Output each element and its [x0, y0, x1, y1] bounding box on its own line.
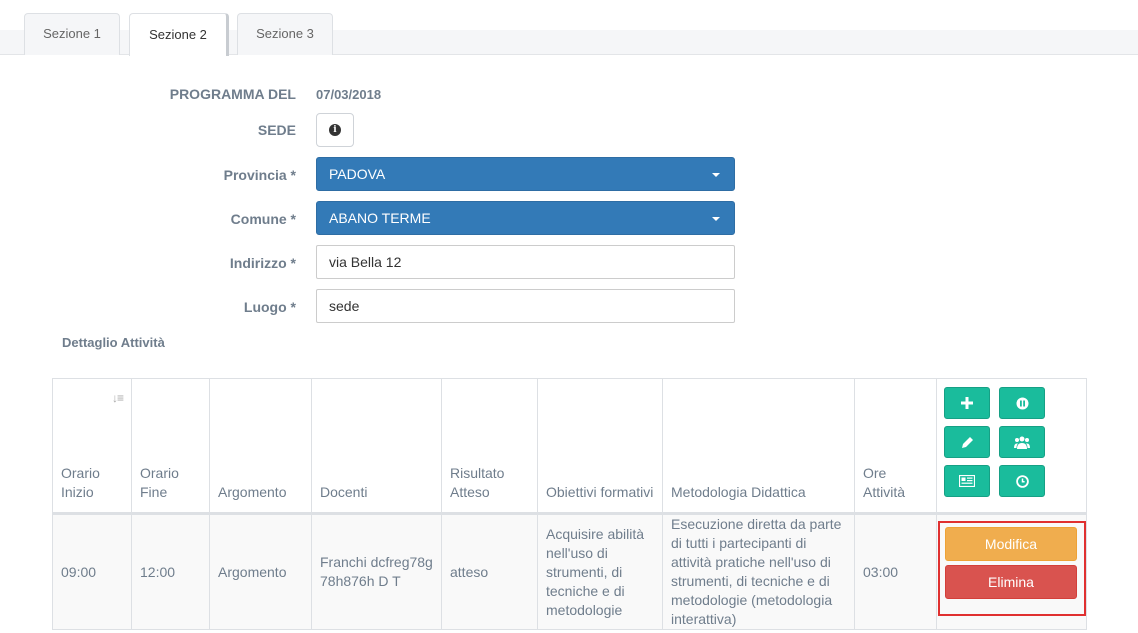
luogo-value: sede [329, 298, 360, 314]
cell-argomento: Argomento [209, 513, 312, 630]
programma-date: 07/03/2018 [316, 87, 382, 102]
activity-table: ↓≡ Orario Inizio Orario Fine Argomento D… [52, 378, 1087, 630]
col-docenti: Docenti [311, 378, 442, 514]
chevron-down-icon [712, 217, 720, 221]
programma-label: PROGRAMMA DEL [169, 86, 296, 102]
info-icon: i [329, 124, 341, 136]
tab-bar: Sezione 1 Sezione 2 Sezione 3 [0, 0, 1138, 56]
col-metodologia-didattica: Metodologia Didattica [662, 378, 855, 514]
cell-actions: Modifica Elimina [936, 513, 1087, 630]
cell-metodologia-didattica: Esecuzione diretta da parte di tutti i p… [662, 513, 855, 630]
cell-obiettivi-formativi: Acquisire abilità nell'uso di strumenti,… [537, 513, 663, 630]
provincia-value: PADOVA [329, 166, 386, 182]
indirizzo-label: Indirizzo * [229, 255, 296, 271]
plus-icon [961, 397, 973, 409]
chevron-down-icon [712, 173, 720, 177]
cell-orario-inizio: 09:00 [52, 513, 132, 630]
cell-docenti: Franchi dcfreg78g78h876h D T [311, 513, 442, 630]
cell-orario-fine: 12:00 [131, 513, 210, 630]
modifica-button[interactable]: Modifica [945, 527, 1077, 561]
col-obiettivi-formativi: Obiettivi formativi [537, 378, 663, 514]
comune-select[interactable]: ABANO TERME [316, 201, 735, 235]
pencil-icon [961, 436, 973, 448]
col-orario-fine: Orario Fine [131, 378, 210, 514]
comune-value: ABANO TERME [329, 210, 431, 226]
users-icon [1014, 436, 1030, 449]
users-button[interactable] [999, 426, 1045, 458]
pause-icon [1016, 397, 1028, 409]
luogo-label: Luogo * [243, 299, 296, 315]
add-button[interactable] [944, 387, 990, 419]
sort-icon[interactable]: ↓≡ [112, 389, 124, 408]
indirizzo-input[interactable]: via Bella 12 [316, 245, 735, 279]
col-actions [936, 378, 1087, 514]
sede-label: SEDE [257, 122, 296, 138]
clock-button[interactable] [999, 465, 1045, 497]
table-header-row: ↓≡ Orario Inizio Orario Fine Argomento D… [52, 378, 1087, 514]
col-risultato-atteso: Risultato Atteso [441, 378, 538, 514]
elimina-button[interactable]: Elimina [945, 565, 1077, 599]
indirizzo-value: via Bella 12 [329, 254, 402, 270]
newspaper-icon [959, 475, 975, 487]
tab-sezione-3[interactable]: Sezione 3 [237, 13, 333, 55]
provincia-label: Provincia * [223, 167, 296, 183]
pause-button[interactable] [999, 387, 1045, 419]
col-orario-inizio[interactable]: ↓≡ Orario Inizio [52, 378, 132, 514]
col-argomento: Argomento [209, 378, 312, 514]
cell-ore-attivita: 03:00 [854, 513, 937, 630]
news-button[interactable] [944, 465, 990, 497]
edit-button[interactable] [944, 426, 990, 458]
col-ore-attivita: Ore Attività [854, 378, 937, 514]
cell-risultato-atteso: atteso [441, 513, 538, 630]
sede-info-button[interactable]: i [316, 113, 354, 147]
tab-sezione-2[interactable]: Sezione 2 [129, 13, 229, 56]
luogo-input[interactable]: sede [316, 289, 735, 323]
comune-label: Comune * [230, 211, 296, 227]
table-row: 09:00 12:00 Argomento Franchi dcfreg78g7… [52, 513, 1087, 630]
clock-icon [1015, 474, 1029, 488]
provincia-select[interactable]: PADOVA [316, 157, 735, 191]
section-title: Dettaglio Attività [62, 335, 165, 350]
tab-sezione-1[interactable]: Sezione 1 [24, 13, 120, 55]
